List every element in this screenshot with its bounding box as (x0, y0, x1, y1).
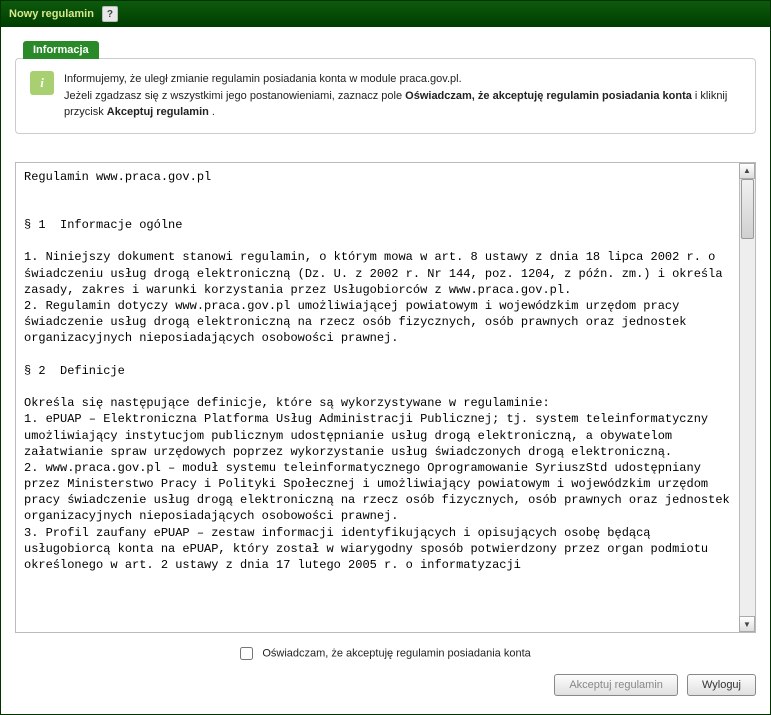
dialog-window: Nowy regulamin ? Informacja i Informujem… (0, 0, 771, 715)
help-button[interactable]: ? (102, 6, 118, 22)
info-text: Informujemy, że uległ zmianie regulamin … (64, 71, 741, 121)
scroll-down-button[interactable]: ▼ (739, 616, 755, 632)
info-bold1: Oświadczam, że akceptuję regulamin posia… (405, 90, 692, 102)
checkbox-row: Oświadczam, że akceptuję regulamin posia… (15, 633, 756, 670)
accept-checkbox-label[interactable]: Oświadczam, że akceptuję regulamin posia… (262, 648, 530, 660)
logout-button[interactable]: Wyloguj (687, 674, 756, 696)
info-tab: Informacja (23, 41, 99, 59)
window-title: Nowy regulamin (9, 8, 94, 20)
info-panel: i Informujemy, że uległ zmianie regulami… (15, 58, 756, 134)
button-row: Akceptuj regulamin Wyloguj (15, 670, 756, 700)
accept-button[interactable]: Akceptuj regulamin (554, 674, 678, 696)
info-tab-wrap: Informacja (23, 41, 756, 59)
info-line2a: Jeżeli zgadzasz się z wszystkimi jego po… (64, 90, 405, 102)
info-bold2: Akceptuj regulamin (107, 106, 209, 118)
accept-checkbox[interactable] (240, 647, 253, 660)
info-line1: Informujemy, że uległ zmianie regulamin … (64, 73, 462, 85)
content-area: Informacja i Informujemy, że uległ zmian… (1, 27, 770, 714)
titlebar: Nowy regulamin ? (1, 1, 770, 27)
scrollbar[interactable]: ▲ ▼ (739, 163, 755, 633)
regulations-text[interactable]: Regulamin www.praca.gov.pl § 1 Informacj… (16, 163, 739, 633)
regulations-container: Regulamin www.praca.gov.pl § 1 Informacj… (15, 162, 756, 634)
info-icon: i (30, 71, 54, 95)
info-line2e: . (209, 106, 215, 118)
scroll-thumb[interactable] (741, 179, 754, 239)
scroll-up-button[interactable]: ▲ (739, 163, 755, 179)
